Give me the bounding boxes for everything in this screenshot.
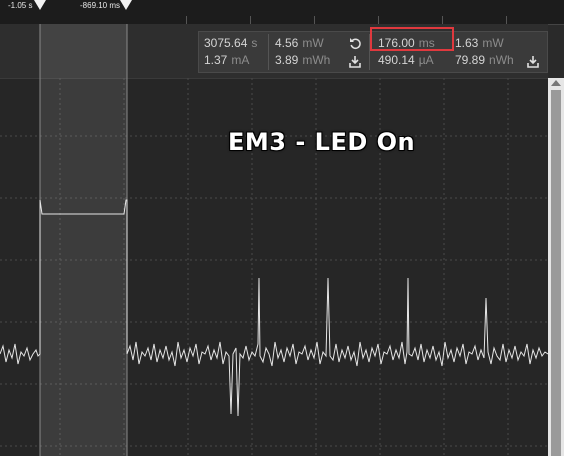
stats-divider bbox=[268, 34, 269, 70]
reset-icon[interactable] bbox=[347, 35, 363, 51]
stat-value: 490.14 bbox=[378, 53, 415, 67]
ruler-tick bbox=[442, 16, 443, 24]
scroll-up-arrow-icon[interactable] bbox=[551, 80, 561, 86]
marker-label-start: -1.05 s bbox=[8, 1, 33, 10]
stat-value: 3.89 bbox=[275, 53, 299, 67]
stat-unit: mA bbox=[231, 53, 250, 67]
stat-power-2: 1.63 mW bbox=[455, 36, 504, 50]
marker-label-end: -869.10 ms bbox=[80, 1, 121, 10]
ruler-tick bbox=[506, 16, 507, 24]
stat-energy-2: 79.89 nWh bbox=[455, 53, 514, 67]
export-icon[interactable] bbox=[347, 53, 363, 69]
stat-value: 1.63 bbox=[455, 36, 479, 50]
stat-unit: s bbox=[251, 36, 258, 50]
vertical-scrollbar[interactable] bbox=[548, 78, 564, 456]
stat-time-1: 3075.64 s bbox=[204, 36, 257, 50]
stat-current-2: 490.14 µA bbox=[378, 53, 434, 67]
current-trace-chart bbox=[0, 24, 548, 456]
stat-value: 3075.64 bbox=[204, 36, 248, 50]
stat-unit: mW bbox=[302, 36, 324, 50]
stat-unit: nWh bbox=[489, 53, 514, 67]
highlight-box bbox=[370, 27, 454, 51]
ruler-tick bbox=[378, 16, 379, 24]
stat-value: 1.37 bbox=[204, 53, 228, 67]
ruler-tick bbox=[186, 16, 187, 24]
stat-current-1: 1.37 mA bbox=[204, 53, 249, 67]
stat-value: 79.89 bbox=[455, 53, 486, 67]
annotation-label: EM3 - LED On bbox=[228, 128, 416, 156]
selection-region bbox=[40, 24, 127, 456]
selection-end-marker[interactable] bbox=[120, 0, 132, 10]
stat-value: 4.56 bbox=[275, 36, 299, 50]
stat-unit: µA bbox=[418, 53, 434, 67]
scroll-thumb[interactable] bbox=[551, 90, 561, 456]
stat-unit: mWh bbox=[302, 53, 331, 67]
ruler-tick bbox=[314, 16, 315, 24]
ruler-tick bbox=[250, 16, 251, 24]
export-icon[interactable] bbox=[525, 53, 541, 69]
selection-start-marker[interactable] bbox=[34, 0, 46, 10]
stat-unit: mW bbox=[482, 36, 504, 50]
stat-energy-1: 3.89 mWh bbox=[275, 53, 330, 67]
stat-power-1: 4.56 mW bbox=[275, 36, 324, 50]
time-ruler[interactable]: -1.05 s -869.10 ms bbox=[0, 0, 564, 25]
